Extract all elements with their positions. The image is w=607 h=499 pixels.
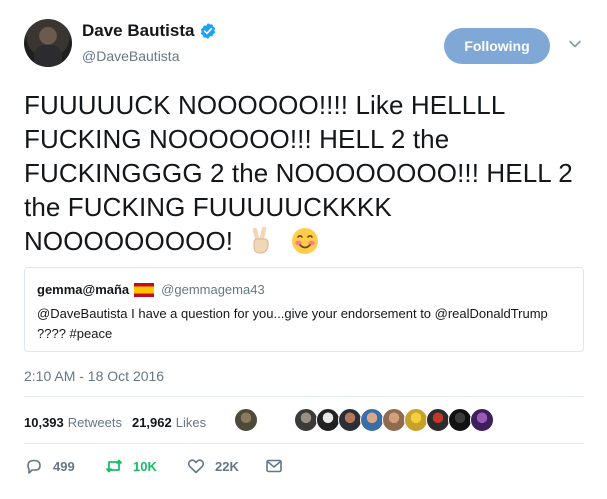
retweets-label[interactable]: Retweets	[68, 415, 122, 430]
victory-hand-emoji	[253, 226, 270, 254]
author-avatar[interactable]	[24, 19, 72, 67]
quoted-author-handle: @gemmagema43	[161, 282, 265, 297]
liker-avatar[interactable]	[360, 408, 384, 432]
chevron-down-icon[interactable]	[568, 37, 582, 51]
retweet-count: 10K	[133, 458, 157, 474]
liker-avatar[interactable]	[382, 408, 406, 432]
spain-flag-icon	[134, 282, 155, 297]
like-count: 22K	[215, 458, 239, 474]
reply-button[interactable]: 499	[24, 456, 75, 476]
quoted-tweet-text: @DaveBautista I have a question for you.…	[37, 306, 548, 341]
reply-icon	[27, 459, 41, 474]
tweet-actions: 499 10K 22K	[24, 456, 584, 478]
envelope-icon	[266, 459, 282, 473]
author-handle[interactable]: @DaveBautista	[82, 48, 179, 64]
tweet-header: Dave Bautista @DaveBautista Following	[24, 19, 594, 71]
retweets-count[interactable]: 10,393	[24, 415, 64, 430]
retweet-button[interactable]: 10K	[104, 456, 157, 476]
liker-avatar[interactable]	[404, 408, 428, 432]
liker-avatar[interactable]	[426, 408, 450, 432]
divider	[24, 443, 584, 444]
tweet-text: FUUUUUCK NOOOOOO!!!! Like HELLLL FUCKING…	[24, 88, 584, 258]
following-button[interactable]: Following	[444, 28, 550, 64]
direct-message-button[interactable]	[264, 456, 284, 476]
author-display-name[interactable]: Dave Bautista	[82, 21, 194, 41]
smiling-face-blush-emoji	[291, 228, 318, 254]
liker-avatar[interactable]	[234, 408, 258, 432]
verified-badge-icon	[201, 23, 216, 39]
quoted-tweet-header: gemma@maña @gemmagema43	[37, 282, 265, 297]
like-button[interactable]: 22K	[186, 456, 239, 476]
quoted-tweet-card[interactable]: gemma@maña @gemmagema43 @DaveBautista I …	[24, 267, 584, 352]
likes-count[interactable]: 21,962	[132, 415, 172, 430]
likes-label[interactable]: Likes	[176, 415, 206, 430]
quoted-author-name: gemma@maña	[37, 282, 130, 297]
liker-avatar[interactable]	[316, 408, 340, 432]
liker-avatar[interactable]	[294, 408, 318, 432]
retweet-icon	[105, 459, 123, 473]
tweet-timestamp[interactable]: 2:10 AM - 18 Oct 2016	[24, 368, 164, 384]
liker-avatar[interactable]	[470, 408, 494, 432]
author-name-row: Dave Bautista	[82, 21, 217, 41]
divider	[24, 396, 584, 397]
reply-count: 499	[53, 458, 75, 474]
liker-avatar[interactable]	[448, 408, 472, 432]
liker-avatar[interactable]	[338, 408, 362, 432]
heart-icon	[187, 459, 205, 474]
tweet-stats: 10,393 Retweets 21,962 Likes	[24, 410, 216, 434]
